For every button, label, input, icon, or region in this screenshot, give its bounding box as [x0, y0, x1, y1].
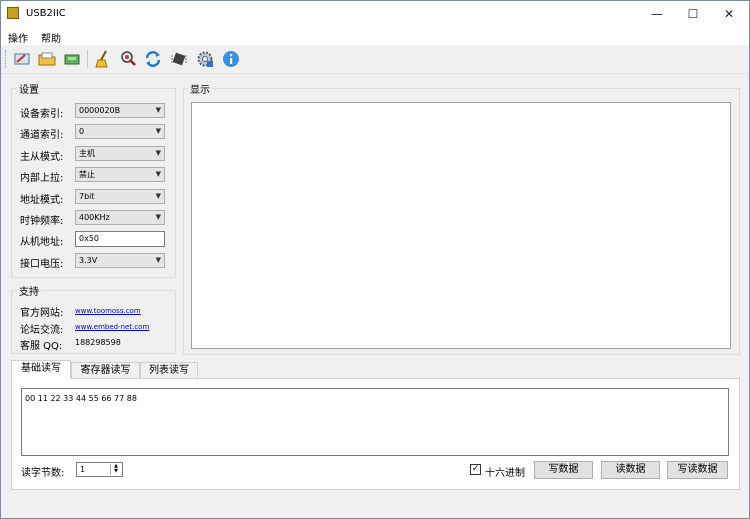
device-icon[interactable]: [62, 49, 82, 69]
interface-voltage-label: 接口电压:: [20, 259, 64, 270]
hex-label: 十六进制: [485, 468, 525, 479]
support-group-title: 支持: [17, 283, 41, 298]
master-slave-select[interactable]: 主机 ▼: [75, 146, 165, 161]
app-icon: [7, 7, 19, 19]
chevron-down-icon: ▼: [155, 170, 161, 178]
search-icon[interactable]: [118, 49, 138, 69]
website-label: 官方网站:: [20, 308, 64, 319]
chevron-down-icon: ▼: [155, 256, 161, 264]
read-data-button[interactable]: 读数据: [601, 461, 660, 479]
menu-help[interactable]: 帮助: [41, 30, 61, 45]
write-data-textarea[interactable]: 00 11 22 33 44 55 66 77 88: [21, 388, 729, 456]
device-index-label: 设备索引:: [20, 109, 64, 120]
settings-group-title: 设置: [17, 81, 41, 96]
window-title: USB2IIC: [26, 8, 66, 19]
address-mode-value: 7bit: [79, 192, 95, 201]
title-bar: USB2IIC — ☐ ✕: [1, 1, 749, 27]
close-button[interactable]: ✕: [707, 1, 750, 27]
channel-index-select[interactable]: 0 ▼: [75, 124, 165, 139]
refresh-icon[interactable]: [143, 49, 163, 69]
channel-index-label: 通道索引:: [20, 130, 64, 141]
forum-link[interactable]: www.embed-net.com: [75, 323, 149, 331]
interface-voltage-value: 3.3V: [79, 256, 98, 265]
settings-icon[interactable]: [195, 49, 215, 69]
master-slave-label: 主从模式:: [20, 152, 64, 163]
pullup-select[interactable]: 禁止 ▼: [75, 167, 165, 182]
device-index-select[interactable]: 0000020B ▼: [75, 103, 165, 118]
read-bytes-label: 读字节数:: [21, 468, 65, 479]
write-data-button[interactable]: 写数据: [534, 461, 593, 479]
chevron-down-icon: ▼: [155, 213, 161, 221]
clock-frequency-label: 时钟频率:: [20, 216, 64, 227]
qq-value: 188298598: [75, 338, 121, 347]
display-group-title: 显示: [188, 81, 212, 96]
chevron-down-icon: ▼: [155, 106, 161, 114]
master-slave-value: 主机: [79, 149, 95, 158]
chevron-down-icon: ▼: [155, 149, 161, 157]
qq-label: 客服 QQ:: [20, 341, 63, 352]
tab-register-rw[interactable]: 寄存器读写: [71, 362, 140, 378]
app-window: USB2IIC — ☐ ✕ 操作 帮助 设置 设备索引: 0000020B ▼ …: [0, 0, 750, 519]
chip-icon[interactable]: [169, 49, 189, 69]
clock-frequency-select[interactable]: 400KHz ▼: [75, 210, 165, 225]
chevron-down-icon: ▼: [155, 127, 161, 135]
toolbar: [1, 45, 749, 74]
channel-index-value: 0: [79, 127, 85, 136]
pullup-label: 内部上拉:: [20, 173, 64, 184]
read-bytes-value: 1: [80, 465, 86, 474]
tab-list-rw[interactable]: 列表读写: [140, 362, 198, 378]
slave-address-input[interactable]: 0x50: [75, 231, 165, 247]
clear-icon[interactable]: [93, 49, 113, 69]
read-bytes-spinner[interactable]: 1 ▲ ▼: [76, 462, 123, 477]
interface-voltage-select[interactable]: 3.3V ▼: [75, 253, 165, 268]
forum-label: 论坛交流:: [20, 325, 64, 336]
slave-address-label: 从机地址:: [20, 237, 64, 248]
info-icon[interactable]: [221, 49, 241, 69]
chevron-down-icon: ▼: [155, 192, 161, 200]
display-output[interactable]: [191, 102, 731, 349]
connect-icon[interactable]: [12, 49, 32, 69]
device-index-value: 0000020B: [79, 106, 121, 115]
hex-checkbox[interactable]: ✓: [470, 464, 481, 475]
write-read-data-button[interactable]: 写读数据: [667, 461, 728, 479]
clock-frequency-value: 400KHz: [79, 213, 110, 222]
spinner-arrows-icon[interactable]: ▲ ▼: [110, 464, 121, 475]
menu-operate[interactable]: 操作: [8, 30, 28, 45]
pullup-value: 禁止: [79, 170, 95, 179]
toolbar-grip: [5, 50, 9, 68]
menu-bar: 操作 帮助: [1, 27, 749, 45]
toolbar-separator: [87, 50, 88, 68]
open-icon[interactable]: [37, 49, 57, 69]
address-mode-label: 地址模式:: [20, 195, 64, 206]
tab-basic-rw[interactable]: 基础读写: [11, 360, 71, 379]
website-link[interactable]: www.toomoss.com: [75, 307, 141, 315]
address-mode-select[interactable]: 7bit ▼: [75, 189, 165, 204]
